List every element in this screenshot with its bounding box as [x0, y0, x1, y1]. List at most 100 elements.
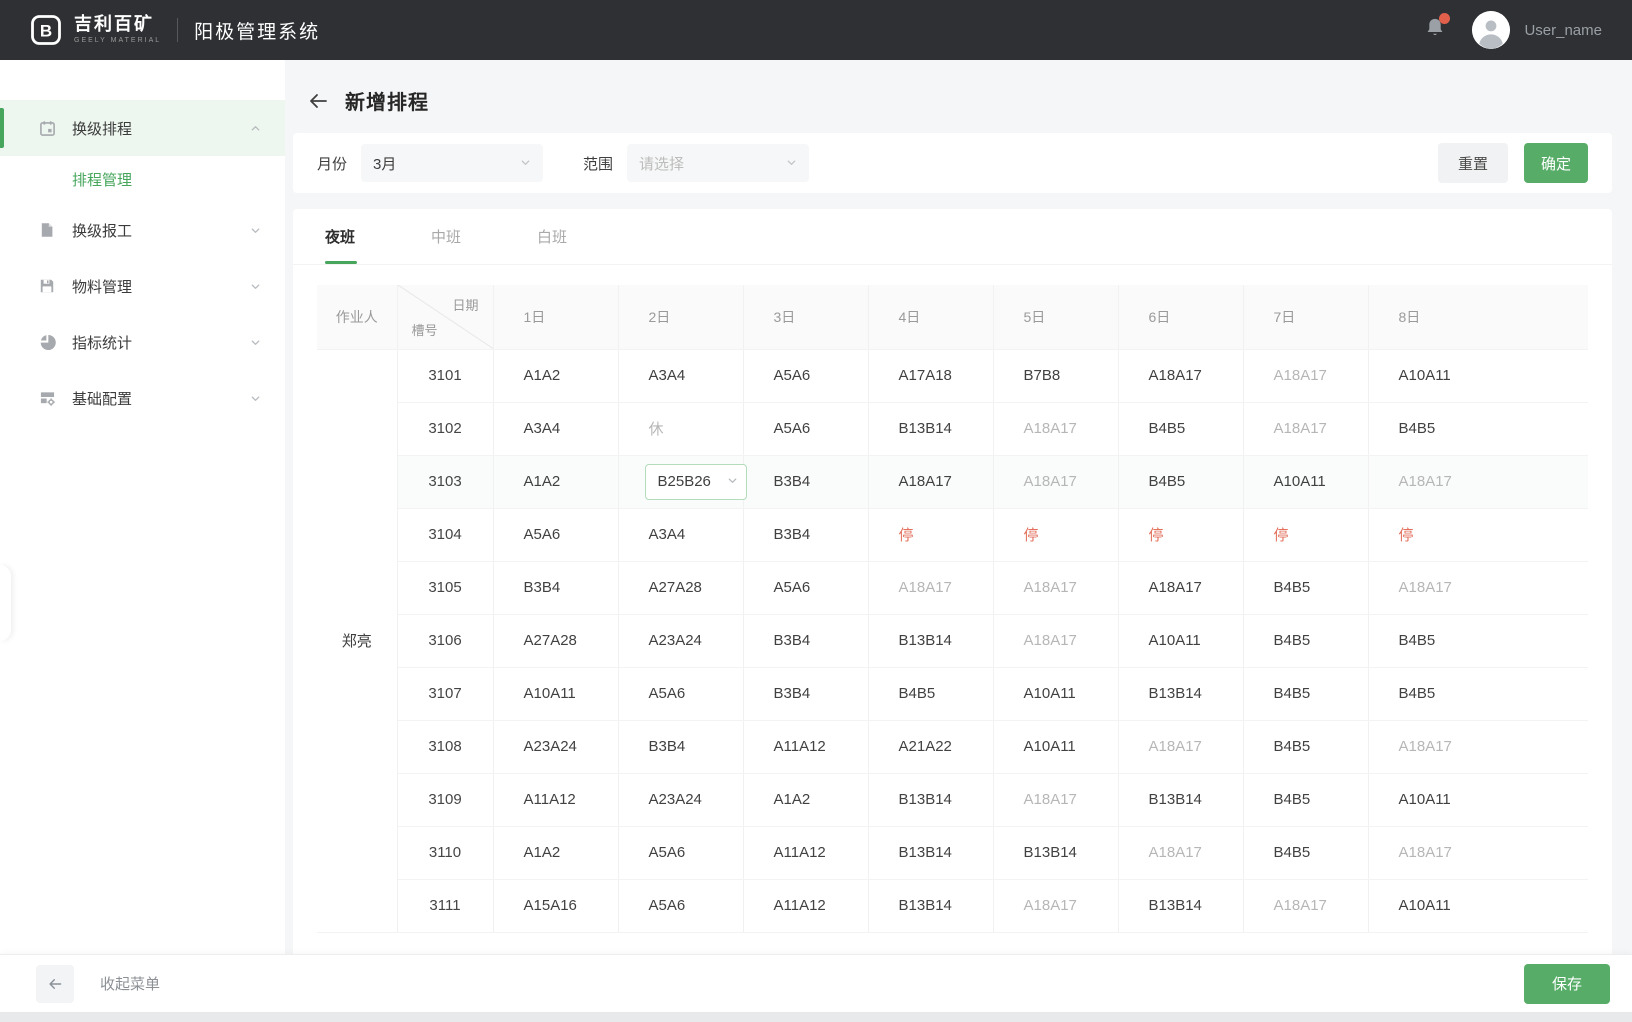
- schedule-cell[interactable]: 休: [618, 402, 743, 455]
- schedule-cell[interactable]: A23A24: [618, 614, 743, 667]
- save-button[interactable]: 保存: [1524, 964, 1610, 1004]
- schedule-cell[interactable]: 停: [868, 508, 993, 561]
- schedule-cell[interactable]: A5A6: [618, 667, 743, 720]
- schedule-cell[interactable]: A10A11: [1368, 773, 1588, 826]
- sidebar-subitem-schedule-management[interactable]: 排程管理: [0, 156, 285, 202]
- schedule-cell[interactable]: A10A11: [1368, 879, 1588, 932]
- schedule-cell[interactable]: A27A28: [493, 614, 618, 667]
- cell-select[interactable]: B25B26: [645, 464, 747, 500]
- schedule-cell[interactable]: B3B4: [743, 614, 868, 667]
- avatar[interactable]: [1472, 11, 1510, 49]
- tab-night[interactable]: 夜班: [325, 226, 355, 247]
- schedule-cell[interactable]: A10A11: [1368, 349, 1588, 402]
- schedule-cell[interactable]: A18A17: [1368, 826, 1588, 879]
- schedule-cell[interactable]: B13B14: [1118, 773, 1243, 826]
- schedule-cell[interactable]: B25B26: [618, 455, 743, 508]
- schedule-cell[interactable]: A18A17: [868, 455, 993, 508]
- back-arrow-icon[interactable]: [307, 91, 329, 111]
- schedule-cell[interactable]: B13B14: [868, 773, 993, 826]
- schedule-cell[interactable]: A1A2: [493, 349, 618, 402]
- schedule-cell[interactable]: A10A11: [1118, 614, 1243, 667]
- schedule-cell[interactable]: A18A17: [993, 773, 1118, 826]
- sidebar-item-report[interactable]: 换级报工: [0, 202, 285, 258]
- schedule-cell[interactable]: A15A16: [493, 879, 618, 932]
- schedule-cell[interactable]: A18A17: [868, 561, 993, 614]
- schedule-cell[interactable]: B4B5: [1243, 773, 1368, 826]
- tab-middle[interactable]: 中班: [431, 226, 461, 247]
- sidebar-item-stats[interactable]: 指标统计: [0, 314, 285, 370]
- schedule-cell[interactable]: A11A12: [493, 773, 618, 826]
- schedule-cell[interactable]: A18A17: [1118, 720, 1243, 773]
- month-select[interactable]: 3月: [361, 144, 543, 182]
- schedule-cell[interactable]: A21A22: [868, 720, 993, 773]
- schedule-cell[interactable]: B4B5: [1368, 667, 1588, 720]
- schedule-cell[interactable]: A23A24: [618, 773, 743, 826]
- schedule-cell[interactable]: A18A17: [1368, 455, 1588, 508]
- schedule-cell[interactable]: B7B8: [993, 349, 1118, 402]
- schedule-cell[interactable]: B4B5: [1243, 614, 1368, 667]
- schedule-cell[interactable]: A18A17: [993, 455, 1118, 508]
- schedule-cell[interactable]: A10A11: [493, 667, 618, 720]
- schedule-cell[interactable]: A11A12: [743, 879, 868, 932]
- schedule-cell[interactable]: B13B14: [868, 879, 993, 932]
- schedule-cell[interactable]: B13B14: [1118, 879, 1243, 932]
- schedule-cell[interactable]: A23A24: [493, 720, 618, 773]
- schedule-cell[interactable]: A1A2: [493, 826, 618, 879]
- schedule-cell[interactable]: A5A6: [493, 508, 618, 561]
- schedule-cell[interactable]: A5A6: [618, 826, 743, 879]
- sidebar-item-material[interactable]: 物料管理: [0, 258, 285, 314]
- schedule-cell[interactable]: A18A17: [993, 879, 1118, 932]
- schedule-cell[interactable]: A10A11: [993, 667, 1118, 720]
- range-select[interactable]: 请选择: [627, 144, 809, 182]
- schedule-cell[interactable]: A3A4: [493, 402, 618, 455]
- drawer-handle[interactable]: [0, 565, 11, 641]
- schedule-cell[interactable]: 停: [1368, 508, 1588, 561]
- schedule-cell[interactable]: B4B5: [1243, 667, 1368, 720]
- schedule-cell[interactable]: A3A4: [618, 349, 743, 402]
- schedule-cell[interactable]: A18A17: [1118, 561, 1243, 614]
- schedule-cell[interactable]: B3B4: [743, 455, 868, 508]
- schedule-cell[interactable]: B13B14: [1118, 667, 1243, 720]
- collapse-menu-button[interactable]: [36, 965, 74, 1003]
- schedule-cell[interactable]: A17A18: [868, 349, 993, 402]
- schedule-cell[interactable]: A5A6: [618, 879, 743, 932]
- schedule-cell[interactable]: A18A17: [993, 402, 1118, 455]
- schedule-cell[interactable]: B4B5: [1243, 826, 1368, 879]
- schedule-cell[interactable]: B13B14: [868, 402, 993, 455]
- confirm-button[interactable]: 确定: [1524, 143, 1588, 183]
- schedule-cell[interactable]: A1A2: [493, 455, 618, 508]
- schedule-cell[interactable]: A5A6: [743, 402, 868, 455]
- schedule-cell[interactable]: A10A11: [993, 720, 1118, 773]
- schedule-cell[interactable]: B4B5: [1243, 720, 1368, 773]
- schedule-cell[interactable]: B4B5: [1118, 455, 1243, 508]
- schedule-cell[interactable]: A3A4: [618, 508, 743, 561]
- schedule-cell[interactable]: B3B4: [493, 561, 618, 614]
- schedule-cell[interactable]: B4B5: [1118, 402, 1243, 455]
- schedule-cell[interactable]: B3B4: [618, 720, 743, 773]
- schedule-cell[interactable]: A11A12: [743, 720, 868, 773]
- schedule-cell[interactable]: B3B4: [743, 667, 868, 720]
- schedule-cell[interactable]: B13B14: [868, 826, 993, 879]
- schedule-cell[interactable]: B13B14: [993, 826, 1118, 879]
- schedule-cell[interactable]: B13B14: [868, 614, 993, 667]
- schedule-cell[interactable]: A18A17: [1368, 561, 1588, 614]
- schedule-cell[interactable]: A11A12: [743, 826, 868, 879]
- tab-day[interactable]: 白班: [537, 226, 567, 247]
- schedule-cell[interactable]: B4B5: [1243, 561, 1368, 614]
- schedule-cell[interactable]: A1A2: [743, 773, 868, 826]
- schedule-cell[interactable]: A10A11: [1243, 455, 1368, 508]
- schedule-cell[interactable]: B3B4: [743, 508, 868, 561]
- schedule-cell[interactable]: A18A17: [1118, 349, 1243, 402]
- schedule-cell[interactable]: 停: [993, 508, 1118, 561]
- schedule-cell[interactable]: B4B5: [868, 667, 993, 720]
- schedule-cell[interactable]: A18A17: [1243, 349, 1368, 402]
- schedule-cell[interactable]: A18A17: [993, 561, 1118, 614]
- schedule-cell[interactable]: A5A6: [743, 561, 868, 614]
- schedule-cell[interactable]: A18A17: [1368, 720, 1588, 773]
- schedule-cell[interactable]: B4B5: [1368, 614, 1588, 667]
- schedule-cell[interactable]: A5A6: [743, 349, 868, 402]
- schedule-cell[interactable]: A18A17: [1243, 402, 1368, 455]
- reset-button[interactable]: 重置: [1438, 143, 1508, 183]
- schedule-cell[interactable]: B4B5: [1368, 402, 1588, 455]
- schedule-cell[interactable]: A18A17: [1118, 826, 1243, 879]
